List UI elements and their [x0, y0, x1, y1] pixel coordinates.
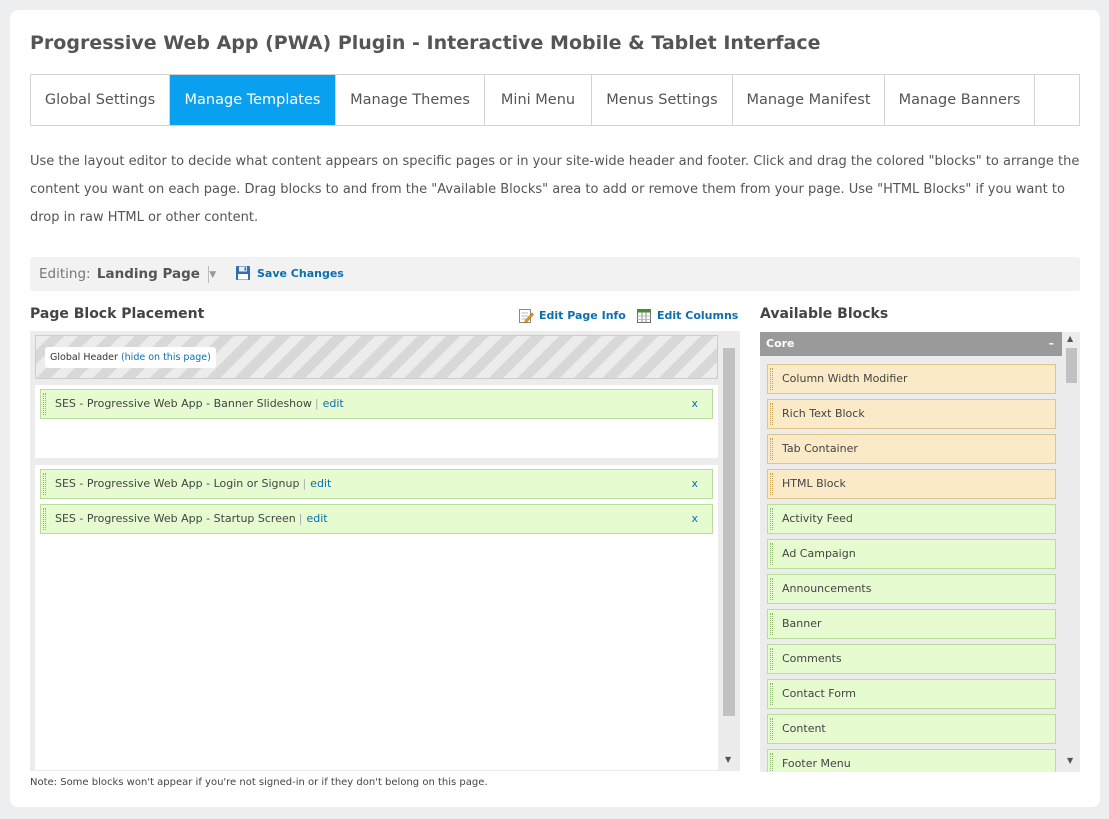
- floppy-disk-icon: [236, 266, 250, 280]
- remove-block-button[interactable]: x: [691, 505, 698, 533]
- placed-block[interactable]: SES - Progressive Web App - Startup Scre…: [40, 504, 713, 534]
- placement-scrollbar-thumb[interactable]: [723, 348, 735, 716]
- toolbar-divider: [208, 266, 209, 283]
- placed-block-name: SES - Progressive Web App - Startup Scre…: [55, 512, 296, 525]
- drag-handle[interactable]: [770, 438, 773, 460]
- available-blocks-title: Available Blocks: [760, 306, 889, 322]
- available-block[interactable]: Announcements: [767, 574, 1056, 604]
- available-block[interactable]: Footer Menu: [767, 749, 1056, 772]
- available-block-label: Column Width Modifier: [782, 372, 908, 385]
- scroll-down-arrow-icon[interactable]: ▼: [725, 755, 731, 764]
- available-block[interactable]: Ad Campaign: [767, 539, 1056, 569]
- remove-block-button[interactable]: x: [691, 470, 698, 498]
- available-block[interactable]: Tab Container: [767, 434, 1056, 464]
- available-block-label: Announcements: [782, 582, 872, 595]
- available-block[interactable]: Banner: [767, 609, 1056, 639]
- available-scrollbar-thumb[interactable]: [1066, 348, 1077, 383]
- tab-manage-templates[interactable]: Manage Templates: [170, 75, 336, 125]
- footnote: Note: Some blocks won't appear if you're…: [30, 777, 488, 788]
- editing-page-name: Landing Page: [96, 266, 200, 282]
- available-block[interactable]: Contact Form: [767, 679, 1056, 709]
- drag-handle[interactable]: [43, 508, 46, 530]
- tab-bar: Global Settings Manage Templates Manage …: [30, 74, 1080, 126]
- drag-handle[interactable]: [770, 753, 773, 772]
- available-blocks-panel: Core – Column Width Modifier Rich Text Bl…: [760, 332, 1080, 772]
- global-header-text: Global Header: [50, 352, 118, 363]
- drag-handle[interactable]: [770, 403, 773, 425]
- columns-grid-icon: [637, 309, 651, 323]
- drag-handle[interactable]: [770, 718, 773, 740]
- placed-block[interactable]: SES - Progressive Web App - Banner Slide…: [40, 389, 713, 419]
- edit-columns-label: Edit Columns: [657, 309, 739, 322]
- available-block-label: HTML Block: [782, 477, 846, 490]
- scroll-up-arrow-icon[interactable]: ▲: [1067, 334, 1073, 343]
- core-group-header[interactable]: Core –: [760, 332, 1062, 356]
- tab-manage-themes[interactable]: Manage Themes: [336, 75, 485, 125]
- available-block-label: Activity Feed: [782, 512, 853, 525]
- edit-page-info-link[interactable]: Edit Page Info: [518, 308, 626, 326]
- available-block-label: Footer Menu: [782, 757, 851, 770]
- available-block[interactable]: Activity Feed: [767, 504, 1056, 534]
- collapse-icon[interactable]: –: [1049, 332, 1055, 356]
- drag-handle[interactable]: [770, 473, 773, 495]
- caret-down-icon: ▼: [209, 270, 217, 280]
- pipe-separator: |: [298, 512, 303, 525]
- available-block-label: Contact Form: [782, 687, 857, 700]
- drag-handle[interactable]: [770, 613, 773, 635]
- drag-handle[interactable]: [770, 543, 773, 565]
- edit-block-link[interactable]: edit: [323, 397, 344, 410]
- edit-block-link[interactable]: edit: [306, 512, 327, 525]
- tab-menus-settings[interactable]: Menus Settings: [592, 75, 733, 125]
- editing-label: Editing:: [39, 266, 91, 282]
- available-block[interactable]: Content: [767, 714, 1056, 744]
- placement-title: Page Block Placement: [30, 306, 205, 322]
- tab-global-settings[interactable]: Global Settings: [31, 75, 170, 125]
- available-block-label: Comments: [782, 652, 842, 665]
- page-selector[interactable]: Editing: Landing Page ▼: [39, 266, 216, 282]
- available-block-label: Content: [782, 722, 826, 735]
- available-block[interactable]: Comments: [767, 644, 1056, 674]
- editor-toolbar: Editing: Landing Page ▼ Save Changes: [30, 257, 1080, 291]
- pipe-separator: |: [314, 397, 319, 410]
- drag-handle[interactable]: [770, 683, 773, 705]
- available-block[interactable]: HTML Block: [767, 469, 1056, 499]
- drag-handle[interactable]: [770, 578, 773, 600]
- drag-handle[interactable]: [770, 368, 773, 390]
- page-block-placement-area: Global Header (hide on this page) SES - …: [30, 331, 740, 771]
- remove-block-button[interactable]: x: [691, 390, 698, 418]
- edit-page-info-label: Edit Page Info: [539, 309, 626, 322]
- tab-bar-filler: [1035, 75, 1079, 125]
- drag-handle[interactable]: [770, 508, 773, 530]
- available-block-label: Ad Campaign: [782, 547, 856, 560]
- page-title: Progressive Web App (PWA) Plugin - Inter…: [30, 32, 821, 54]
- drag-handle[interactable]: [770, 648, 773, 670]
- available-block[interactable]: Column Width Modifier: [767, 364, 1056, 394]
- save-changes-label: Save Changes: [257, 267, 344, 280]
- main-card: Progressive Web App (PWA) Plugin - Inter…: [10, 10, 1100, 807]
- placed-block-name: SES - Progressive Web App - Banner Slide…: [55, 397, 312, 410]
- hide-on-page-link[interactable]: (hide on this page): [121, 352, 211, 363]
- top-column-zone[interactable]: SES - Progressive Web App - Banner Slide…: [35, 385, 718, 458]
- available-block[interactable]: Rich Text Block: [767, 399, 1056, 429]
- tab-manage-manifest[interactable]: Manage Manifest: [733, 75, 885, 125]
- available-block-label: Rich Text Block: [782, 407, 865, 420]
- pipe-separator: |: [302, 477, 307, 490]
- available-block-label: Tab Container: [782, 442, 858, 455]
- edit-block-link[interactable]: edit: [310, 477, 331, 490]
- global-header-zone[interactable]: Global Header (hide on this page): [35, 335, 718, 379]
- placed-block[interactable]: SES - Progressive Web App - Login or Sig…: [40, 469, 713, 499]
- available-block-label: Banner: [782, 617, 822, 630]
- placed-block-name: SES - Progressive Web App - Login or Sig…: [55, 477, 300, 490]
- global-header-label: Global Header (hide on this page): [45, 347, 216, 368]
- main-column-zone[interactable]: SES - Progressive Web App - Login or Sig…: [35, 465, 718, 770]
- edit-columns-link[interactable]: Edit Columns: [636, 308, 738, 326]
- pencil-page-icon: [519, 309, 534, 324]
- core-group-label: Core: [766, 337, 795, 350]
- drag-handle[interactable]: [43, 393, 46, 415]
- scroll-down-arrow-icon[interactable]: ▼: [1067, 756, 1073, 765]
- drag-handle[interactable]: [43, 473, 46, 495]
- intro-text: Use the layout editor to decide what con…: [30, 154, 1080, 225]
- tab-mini-menu[interactable]: Mini Menu: [485, 75, 592, 125]
- tab-manage-banners[interactable]: Manage Banners: [885, 75, 1035, 125]
